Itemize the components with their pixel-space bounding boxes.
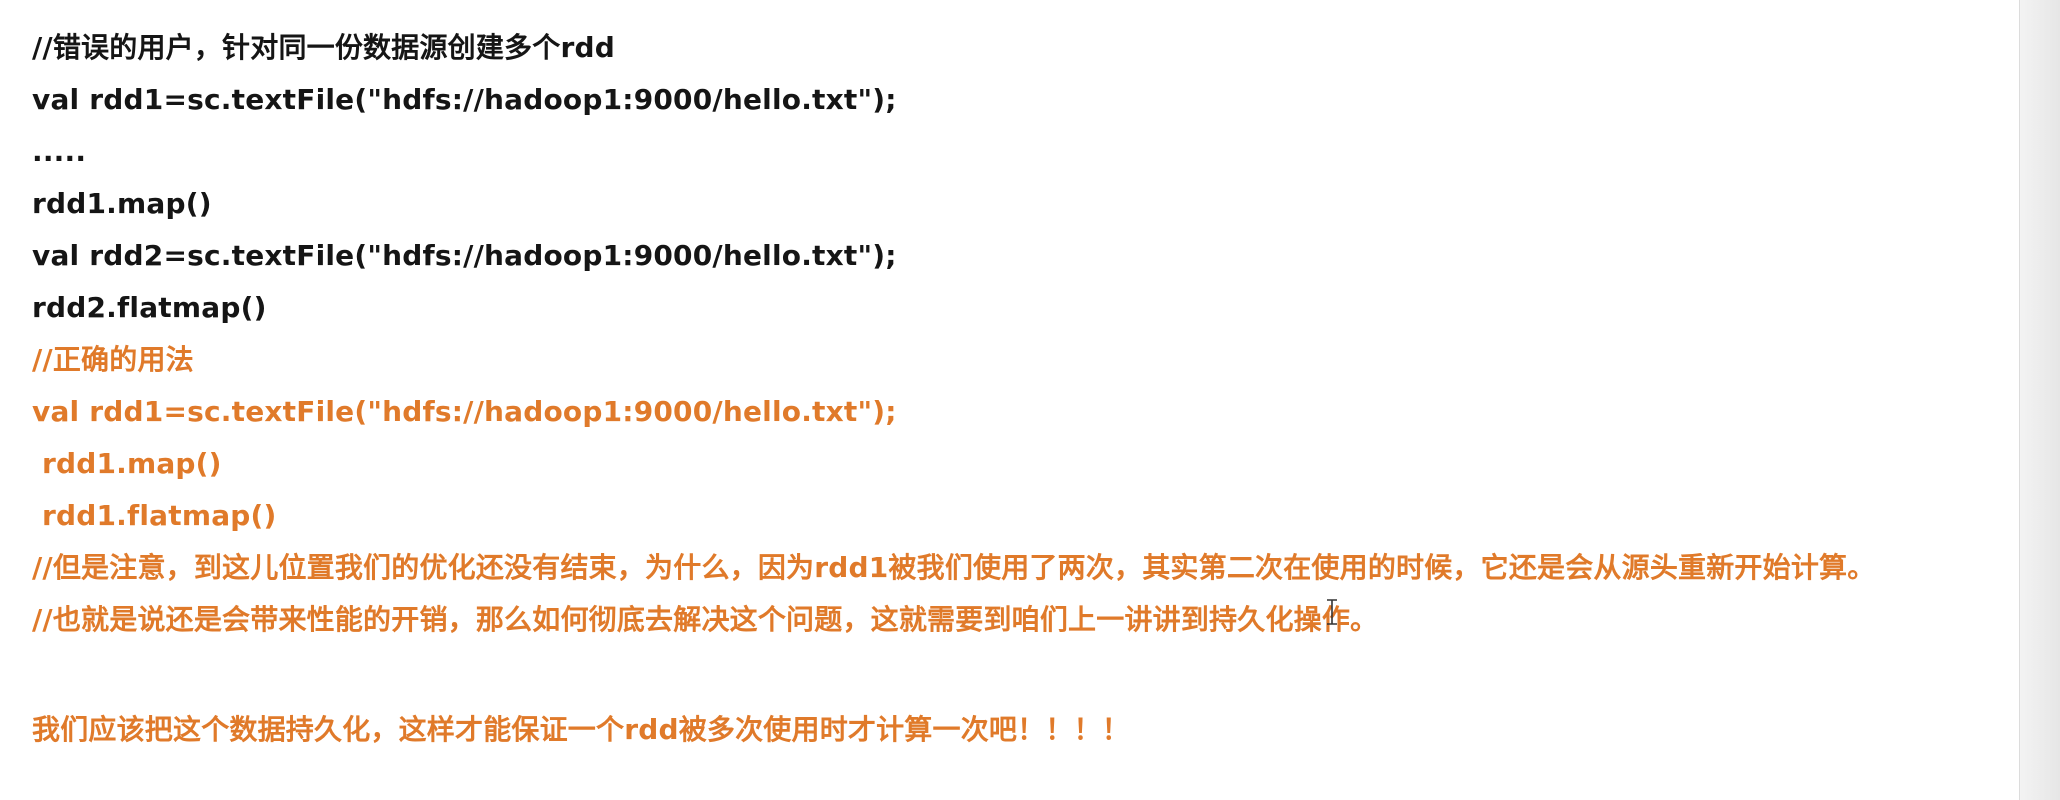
comment-correct-usage: //正确的用法 <box>32 343 194 376</box>
window-right-edge <box>2019 0 2060 800</box>
comment-optimization-note: //但是注意，到这儿位置我们的优化还没有结束，为什么，因为rdd1被我们使用了两… <box>32 551 1876 584</box>
document-page: //错误的用户，针对同一份数据源创建多个rdd val rdd1=sc.text… <box>0 0 2020 800</box>
code-line-correct-rdd1-flatmap: rdd1.flatmap() <box>32 499 277 532</box>
comment-performance-cost: //也就是说还是会带来性能的开销，那么如何彻底去解决这个问题，这就需要到咱们上一… <box>32 603 1379 636</box>
code-line-correct-rdd1-textfile: val rdd1=sc.textFile("hdfs://hadoop1:900… <box>32 395 897 428</box>
code-line-ellipsis: ..... <box>32 135 87 168</box>
code-line-correct-rdd1-map: rdd1.map() <box>32 447 222 480</box>
code-line-rdd1-textfile: val rdd1=sc.textFile("hdfs://hadoop1:900… <box>32 83 897 116</box>
code-line-rdd2-textfile: val rdd2=sc.textFile("hdfs://hadoop1:900… <box>32 239 897 272</box>
persistence-conclusion: 我们应该把这个数据持久化，这样才能保证一个rdd被多次使用时才计算一次吧！！！！ <box>32 713 1130 746</box>
comment-wrong-usage: //错误的用户，针对同一份数据源创建多个rdd <box>32 31 615 64</box>
code-line-rdd1-map: rdd1.map() <box>32 187 212 220</box>
code-line-rdd2-flatmap: rdd2.flatmap() <box>32 291 267 324</box>
text-cursor-icon <box>1325 598 1339 626</box>
